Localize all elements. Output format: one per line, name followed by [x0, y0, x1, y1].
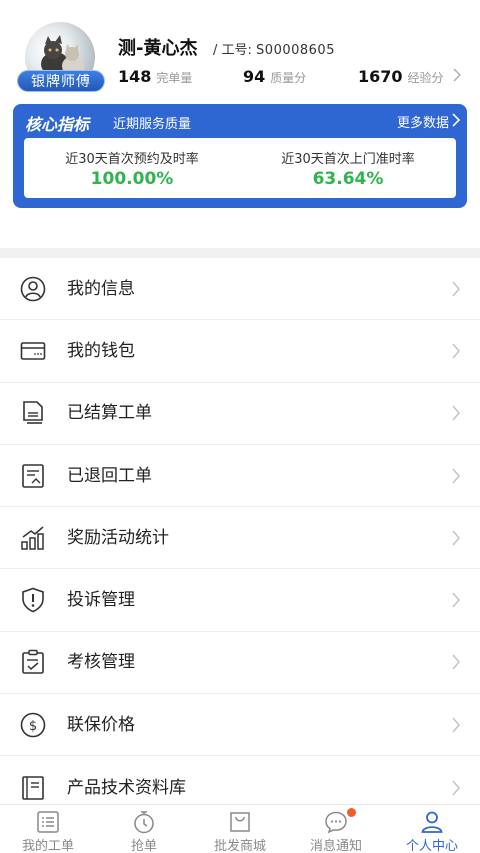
metric-value: 63.64% — [312, 169, 384, 189]
section-divider — [0, 248, 480, 258]
menu-label: 已结算工单 — [67, 403, 152, 424]
svg-text:$: $ — [29, 719, 37, 734]
clipboard-check-icon — [22, 650, 44, 675]
dollar-circle-icon: $ — [20, 712, 46, 738]
menu-item-returned-orders[interactable]: 已退回工单 — [0, 445, 480, 508]
list-icon — [37, 811, 59, 833]
chevron-right-icon — [452, 281, 460, 297]
chevron-right-icon — [452, 405, 460, 421]
tab-my-orders[interactable]: 我的工单 — [0, 805, 96, 853]
stat-completed-orders[interactable]: 148 完单量 — [118, 67, 192, 86]
menu-item-warranty-price[interactable]: $ 联保价格 — [0, 694, 480, 757]
user-name: 测-黄心杰 — [118, 38, 198, 59]
chevron-right-icon — [452, 468, 460, 484]
more-data-link[interactable]: 更多数据 — [397, 112, 449, 131]
settled-order-icon — [23, 401, 43, 425]
stopwatch-icon — [134, 811, 154, 834]
metrics-panel: 近30天首次预约及时率 100.00% 近30天首次上门准时率 63.64% — [24, 138, 456, 198]
metric-label: 近30天首次上门准时率 — [281, 152, 415, 167]
rank-badge: 银牌师傅 — [17, 70, 105, 92]
menu-item-my-info[interactable]: 我的信息 — [0, 258, 480, 321]
chart-icon — [21, 526, 44, 550]
profile-header: 银牌师傅 测-黄心杰 / 工号: S00008605 148 完单量 94 质量分 … — [0, 0, 480, 100]
menu-label: 我的信息 — [67, 278, 135, 299]
chevron-right-icon — [452, 343, 460, 359]
returned-order-icon — [22, 463, 44, 488]
menu-label: 我的钱包 — [67, 340, 135, 361]
tab-grab-order[interactable]: 抢单 — [96, 805, 192, 853]
stat-label: 质量分 — [270, 71, 307, 85]
shopping-bag-icon — [230, 812, 250, 832]
menu-label: 联保价格 — [67, 714, 135, 735]
menu-item-assessment[interactable]: 考核管理 — [0, 632, 480, 695]
menu-list: 我的信息 我的钱包 已结算工单 已退回工单 奖励活动统计 投诉管理 考核管理 $… — [0, 258, 480, 819]
menu-label: 考核管理 — [67, 652, 135, 673]
bottom-tab-bar: 我的工单 抢单 批发商城 消息通知 个人中心 — [0, 804, 480, 853]
shield-alert-icon — [22, 587, 44, 613]
tab-label: 个人中心 — [405, 839, 458, 853]
menu-label: 已退回工单 — [67, 465, 152, 486]
stat-label: 经验分 — [407, 71, 444, 85]
stat-value: 148 — [118, 67, 152, 86]
core-metrics-card: 核心指标 近期服务质量 更多数据 近30天首次预约及时率 100.00% 近30… — [13, 104, 467, 208]
stat-value: 94 — [243, 67, 266, 86]
chevron-right-icon — [452, 530, 460, 546]
metric-label: 近30天首次预约及时率 — [65, 152, 199, 167]
metric-ontime-rate: 近30天首次上门准时率 63.64% — [240, 138, 456, 198]
tab-label: 我的工单 — [21, 839, 74, 853]
tab-personal-center[interactable]: 个人中心 — [384, 805, 480, 853]
chevron-right-icon[interactable] — [451, 113, 461, 127]
notification-dot — [347, 808, 356, 817]
chevron-right-icon — [452, 592, 460, 608]
stat-quality-score[interactable]: 94 质量分 — [243, 67, 306, 86]
stat-label: 完单量 — [156, 71, 193, 85]
metrics-subtitle: 近期服务质量 — [113, 117, 192, 132]
wallet-icon — [20, 342, 46, 360]
job-number: / 工号: S00008605 — [213, 39, 335, 58]
tab-notifications[interactable]: 消息通知 — [288, 805, 384, 853]
chevron-right-icon — [452, 780, 460, 796]
menu-item-reward-stats[interactable]: 奖励活动统计 — [0, 507, 480, 570]
person-icon — [20, 276, 46, 301]
menu-item-my-wallet[interactable]: 我的钱包 — [0, 320, 480, 383]
metrics-title: 核心指标 — [25, 115, 90, 134]
metric-value: 100.00% — [90, 169, 174, 189]
stat-value: 1670 — [358, 67, 403, 86]
tab-label: 消息通知 — [309, 839, 362, 853]
menu-label: 投诉管理 — [67, 590, 135, 611]
stat-experience-score[interactable]: 1670 经验分 — [358, 67, 444, 86]
menu-label: 产品技术资料库 — [67, 777, 186, 798]
chevron-right-icon — [452, 654, 460, 670]
menu-item-settled-orders[interactable]: 已结算工单 — [0, 383, 480, 445]
menu-item-complaints[interactable]: 投诉管理 — [0, 569, 480, 632]
chevron-right-icon[interactable] — [452, 68, 462, 82]
tab-wholesale-mall[interactable]: 批发商城 — [192, 805, 288, 853]
tab-label: 批发商城 — [213, 839, 266, 853]
user-icon — [421, 811, 443, 833]
tab-label: 抢单 — [130, 839, 157, 853]
message-icon — [325, 811, 347, 834]
job-number-value: S00008605 — [256, 43, 335, 58]
metric-appointment-rate: 近30天首次预约及时率 100.00% — [24, 138, 240, 198]
chevron-right-icon — [452, 717, 460, 733]
book-icon — [22, 775, 44, 800]
job-number-prefix: / 工号: — [213, 43, 252, 58]
menu-label: 奖励活动统计 — [67, 527, 169, 548]
